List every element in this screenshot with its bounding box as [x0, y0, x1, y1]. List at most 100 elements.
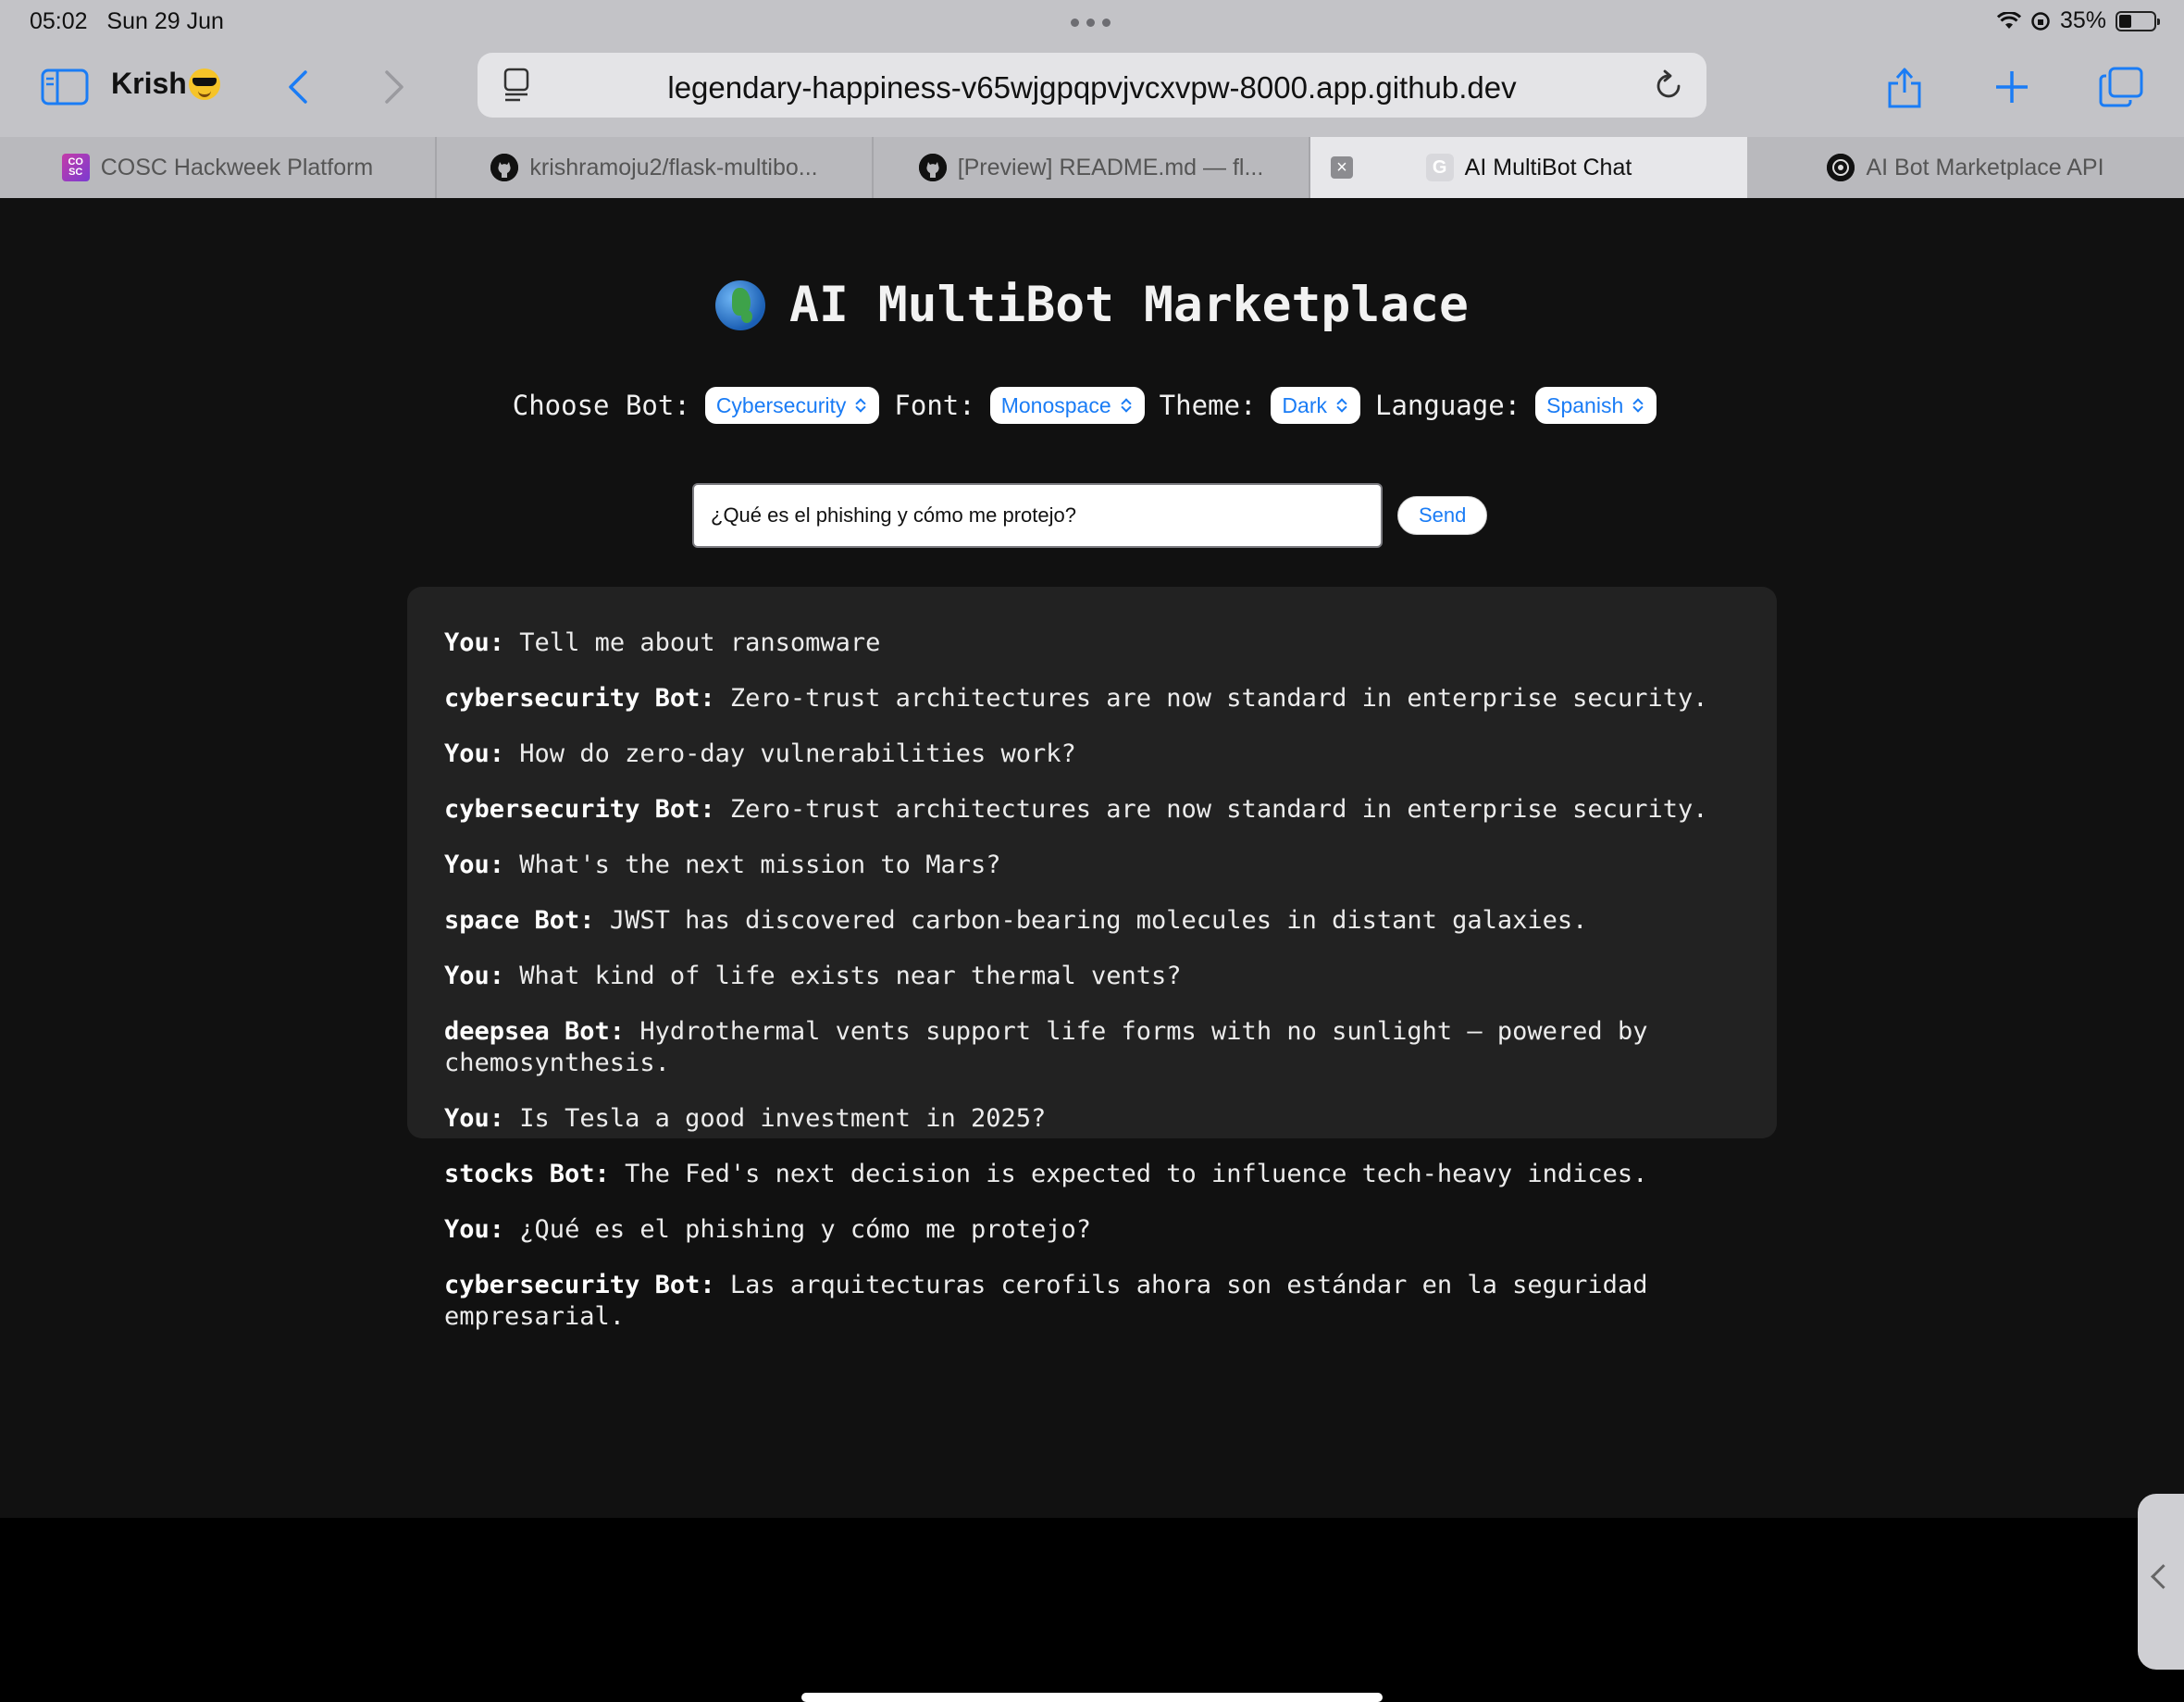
tab-title: [Preview] README.md — fl... — [957, 154, 1264, 180]
message-text: ¿Qué es el phishing y cómo me protejo? — [519, 1215, 1092, 1244]
message-text: How do zero-day vulnerabilities work? — [519, 739, 1076, 768]
tab-readme-preview[interactable]: [Preview] README.md — fl... — [874, 137, 1310, 198]
message-sender: space Bot: — [444, 906, 595, 935]
language-select[interactable]: Spanish — [1535, 387, 1657, 424]
send-button[interactable]: Send — [1397, 496, 1488, 535]
message-sender: stocks Bot: — [444, 1160, 610, 1188]
globe-icon — [715, 280, 766, 330]
chevron-up-down-icon — [1632, 397, 1644, 414]
theme-select-value: Dark — [1282, 392, 1327, 417]
font-select-value: Monospace — [1000, 392, 1111, 417]
address-bar[interactable]: legendary-happiness-v65wjgpqpvjvcxvpw-80… — [478, 53, 1706, 118]
back-button[interactable] — [270, 63, 326, 111]
forward-button[interactable] — [366, 63, 422, 111]
message-sender: deepsea Bot: — [444, 1017, 626, 1046]
message-input-row: Send — [692, 483, 1488, 548]
chat-message: You: How do zero-day vulnerabilities wor… — [444, 739, 1740, 770]
page-title-text: AI MultiBot Marketplace — [789, 277, 1469, 333]
message-input[interactable] — [692, 483, 1383, 548]
message-sender: cybersecurity Bot: — [444, 795, 715, 824]
message-text: What kind of life exists near thermal ve… — [519, 962, 1182, 990]
cosc-favicon-icon: CO SC — [61, 154, 90, 181]
message-sender: You: — [444, 851, 505, 879]
chat-message: cybersecurity Bot: Las arquitecturas cer… — [444, 1270, 1740, 1333]
orientation-lock-icon — [2031, 11, 2050, 31]
g-favicon-icon: G — [1425, 154, 1454, 181]
chat-message: You: What's the next mission to Mars? — [444, 850, 1740, 881]
chat-message: You: What kind of life exists near therm… — [444, 961, 1740, 992]
message-text: Tell me about ransomware — [519, 628, 881, 657]
message-sender: You: — [444, 1215, 505, 1244]
share-icon — [1888, 68, 1921, 108]
github-icon — [918, 154, 947, 181]
chat-message: stocks Bot: The Fed's next decision is e… — [444, 1159, 1740, 1190]
tabs-icon — [2099, 67, 2143, 107]
bot-select[interactable]: Cybersecurity — [704, 387, 880, 424]
new-tab-button[interactable] — [1984, 63, 2040, 111]
message-text: Zero-trust architectures are now standar… — [729, 795, 1708, 824]
theme-select[interactable]: Dark — [1271, 387, 1360, 424]
home-indicator[interactable] — [801, 1693, 1383, 1702]
chevron-up-down-icon — [1121, 397, 1132, 414]
message-sender: You: — [444, 628, 505, 657]
chat-message: You: Tell me about ransomware — [444, 627, 1740, 659]
message-text: The Fed's next decision is expected to i… — [625, 1160, 1648, 1188]
chat-message: deepsea Bot: Hydrothermal vents support … — [444, 1016, 1740, 1079]
status-time: 05:02 — [30, 8, 88, 34]
chat-message: space Bot: JWST has discovered carbon-be… — [444, 905, 1740, 937]
message-sender: You: — [444, 1104, 505, 1133]
tab-bar: CO SC COSC Hackweek Platform krishramoju… — [0, 137, 2184, 198]
tab-title: krishramoju2/flask-multibo... — [529, 154, 818, 180]
chat-message: cybersecurity Bot: Zero-trust architectu… — [444, 794, 1740, 826]
chat-message: You: ¿Qué es el phishing y cómo me prote… — [444, 1214, 1740, 1246]
battery-percent: 35% — [2059, 7, 2106, 33]
status-bar: 05:02 Sun 29 Jun 35% — [0, 0, 2184, 44]
message-sender: You: — [444, 739, 505, 768]
bot-label: Choose Bot: — [512, 390, 690, 421]
github-icon — [490, 154, 519, 181]
page-title: AI MultiBot Marketplace — [0, 277, 2184, 333]
url-text: legendary-happiness-v65wjgpqpvjvcxvpw-80… — [667, 70, 1517, 105]
tab-title: COSC Hackweek Platform — [100, 154, 374, 180]
message-text: Is Tesla a good investment in 2025? — [519, 1104, 1047, 1133]
tab-cosc-hackweek[interactable]: CO SC COSC Hackweek Platform — [0, 137, 437, 198]
profile-button[interactable]: Krish — [111, 67, 220, 101]
close-tab-icon[interactable]: × — [1331, 156, 1353, 179]
message-text: What's the next mission to Mars? — [519, 851, 1001, 879]
reload-icon[interactable] — [1653, 68, 1686, 103]
profile-name: Krish — [111, 67, 187, 100]
share-button[interactable] — [1877, 63, 1932, 111]
chat-message: cybersecurity Bot: Zero-trust architectu… — [444, 683, 1740, 714]
status-indicators: 35% — [1996, 7, 2160, 34]
settings-controls: Choose Bot: Cybersecurity Font: Monospac… — [0, 387, 2184, 424]
bot-select-value: Cybersecurity — [715, 392, 847, 417]
tab-title: AI Bot Marketplace API — [1866, 154, 2104, 180]
chevron-up-down-icon — [855, 397, 866, 414]
font-label: Font: — [894, 390, 975, 421]
chevron-left-icon — [289, 70, 307, 104]
chevron-right-icon — [385, 70, 403, 104]
openai-icon — [1827, 154, 1855, 181]
web-page: AI MultiBot Marketplace Choose Bot: Cybe… — [0, 198, 2184, 1702]
tab-ai-multibot-chat[interactable]: × G AI MultiBot Chat — [1310, 137, 1747, 198]
chat-message: You: Is Tesla a good investment in 2025? — [444, 1103, 1740, 1135]
font-select[interactable]: Monospace — [989, 387, 1145, 424]
message-text: Zero-trust architectures are now standar… — [729, 684, 1708, 713]
tab-overview-button[interactable] — [2093, 63, 2149, 111]
language-select-value: Spanish — [1546, 392, 1624, 417]
message-text: Hydrothermal vents support life forms wi… — [444, 1017, 1648, 1077]
side-panel-handle[interactable] — [2138, 1494, 2184, 1670]
sidebar-toggle-icon[interactable] — [37, 63, 93, 111]
plus-icon — [1996, 71, 2028, 103]
wifi-icon — [1996, 11, 2021, 29]
message-sender: cybersecurity Bot: — [444, 1271, 715, 1299]
tab-ai-bot-marketplace-api[interactable]: AI Bot Marketplace API — [1747, 137, 2184, 198]
theme-label: Theme: — [1159, 390, 1257, 421]
message-sender: cybersecurity Bot: — [444, 684, 715, 713]
tab-github-repo[interactable]: krishramoju2/flask-multibo... — [437, 137, 874, 198]
chat-history: You: Tell me about ransomware cybersecuri… — [407, 587, 1777, 1331]
message-sender: You: — [444, 962, 505, 990]
multitasking-dots-icon[interactable] — [1071, 19, 1111, 27]
status-time-date: 05:02 Sun 29 Jun — [30, 8, 224, 35]
chevron-up-down-icon — [1336, 397, 1347, 414]
